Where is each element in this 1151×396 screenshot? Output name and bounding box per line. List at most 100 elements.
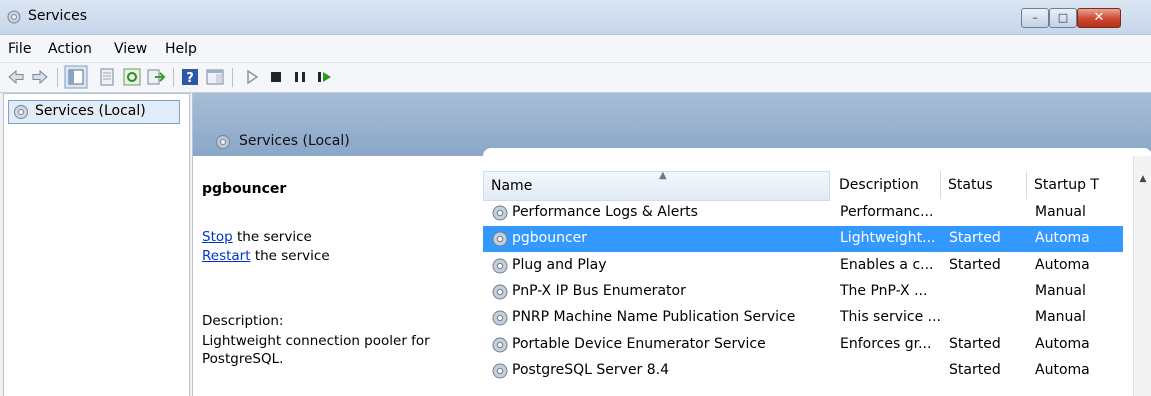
tree-item-label: Services (Local) <box>35 103 146 119</box>
column-header-name[interactable]: ▲ Name <box>483 170 830 201</box>
menu-bar: File Action View Help <box>0 35 1151 63</box>
row-cell-name: PostgreSQL Server 8.4 <box>512 361 670 378</box>
toolbar-separator <box>232 68 233 87</box>
pause-service-icon[interactable] <box>290 67 310 87</box>
service-gear-icon <box>492 205 508 221</box>
stop-service-line: Stop the service <box>202 229 312 245</box>
services-gear-icon <box>216 135 230 149</box>
minimize-icon: – <box>1032 11 1038 24</box>
services-window: Services – □ ✕ File Action View Help ? S… <box>0 0 1151 396</box>
row-cell-status: Started <box>949 256 1001 273</box>
row-cell-name: Portable Device Enumerator Service <box>512 335 766 352</box>
column-header-name-label: Name <box>491 178 533 194</box>
scroll-up-icon[interactable]: ▲ <box>1134 171 1151 187</box>
row-cell-name: PNRP Machine Name Publication Service <box>512 309 796 326</box>
row-cell-name: Performance Logs & Alerts <box>512 204 698 220</box>
restart-service-link[interactable]: Restart <box>202 248 251 264</box>
help-icon[interactable]: ? <box>180 67 200 87</box>
table-row[interactable]: PnP-X IP Bus Enumerator The PnP-X ... Manu… <box>483 279 1123 305</box>
close-icon: ✕ <box>1093 10 1105 25</box>
column-header-description-label: Description <box>839 177 919 193</box>
tree-item-services-local[interactable]: Services (Local) <box>8 100 180 124</box>
menu-action[interactable]: Action <box>48 41 92 57</box>
service-description: Lightweight connection pooler for Postgr… <box>202 333 430 367</box>
service-gear-icon <box>492 310 508 326</box>
properties-icon[interactable] <box>97 67 117 87</box>
row-cell-startup: Automa <box>1035 361 1090 378</box>
forward-arrow-icon[interactable] <box>30 67 50 87</box>
table-row[interactable]: PNRP Machine Name Publication Service Thi… <box>483 305 1123 331</box>
results-header: Services (Local) <box>193 93 1151 156</box>
table-row[interactable]: Portable Device Enumerator Service Enforc… <box>483 332 1123 358</box>
services-gear-icon <box>14 105 28 119</box>
title-bar[interactable]: Services – □ ✕ <box>0 0 1151 35</box>
row-cell-status: Started <box>949 361 1001 378</box>
vertical-scrollbar[interactable]: ▲ <box>1133 156 1151 396</box>
toolbar: ? <box>0 63 1151 93</box>
table-row[interactable]: PostgreSQL Server 8.4 Started Automa <box>483 358 1123 384</box>
restart-service-suffix: the service <box>250 248 330 264</box>
row-cell-name: PnP-X IP Bus Enumerator <box>512 282 686 299</box>
description-label: Description: <box>202 313 284 329</box>
row-cell-description: Lightweight... <box>840 230 936 247</box>
row-cell-startup: Manual <box>1035 309 1086 326</box>
results-pane: Services (Local) pgbouncer Stop the serv… <box>192 93 1151 396</box>
menu-file[interactable]: File <box>8 41 31 57</box>
toolbar-separator <box>57 68 58 87</box>
stop-service-icon[interactable] <box>266 67 286 87</box>
service-gear-icon <box>492 363 508 379</box>
selected-service-name: pgbouncer <box>202 181 287 197</box>
menu-help[interactable]: Help <box>165 41 197 57</box>
row-cell-description: Enforces gr... <box>840 335 932 352</box>
row-cell-startup: Automa <box>1035 335 1090 352</box>
row-cell-startup: Manual <box>1035 282 1086 299</box>
close-button[interactable]: ✕ <box>1077 8 1121 28</box>
services-list: ▲ Name Description Status Startup T Perf… <box>483 156 1151 396</box>
show-hide-console-tree-icon[interactable] <box>64 65 88 89</box>
column-header-startup-label: Startup T <box>1034 177 1099 193</box>
service-gear-icon <box>492 337 508 352</box>
console-tree: Services (Local) <box>3 93 190 396</box>
column-header-status[interactable]: Status <box>941 171 1027 199</box>
svg-text:?: ? <box>186 71 194 86</box>
restart-service-icon[interactable] <box>314 67 334 87</box>
table-row[interactable]: Plug and Play Enables a c... Started Automa <box>483 253 1123 279</box>
action-pane-icon[interactable] <box>205 67 225 87</box>
row-cell-description: Enables a c... <box>840 256 934 273</box>
restart-service-line: Restart the service <box>202 248 330 264</box>
menu-view[interactable]: View <box>114 41 147 57</box>
maximize-button[interactable]: □ <box>1049 8 1077 28</box>
row-cell-startup: Automa <box>1035 256 1090 273</box>
row-cell-status: Started <box>949 335 1001 352</box>
column-header-description[interactable]: Description <box>832 171 941 199</box>
export-list-icon[interactable] <box>146 67 166 87</box>
services-gear-icon <box>7 10 21 24</box>
sort-ascending-icon: ▲ <box>659 170 667 181</box>
row-cell-startup: Manual <box>1035 204 1086 220</box>
stop-service-link[interactable]: Stop <box>202 229 233 245</box>
results-header-title: Services (Local) <box>239 133 350 149</box>
maximize-icon: □ <box>1057 11 1069 24</box>
refresh-icon[interactable] <box>122 67 142 87</box>
minimize-button[interactable]: – <box>1021 8 1049 28</box>
row-cell-description: This service ... <box>840 309 942 326</box>
column-header-startup-type[interactable]: Startup T <box>1027 171 1123 199</box>
row-cell-startup: Automa <box>1035 230 1090 247</box>
row-cell-description: The PnP-X ... <box>840 282 928 299</box>
row-cell-description: Performanc... <box>840 204 934 220</box>
table-row[interactable]: pgbouncer Lightweight... Started Automa <box>483 226 1123 253</box>
toolbar-separator <box>173 68 174 87</box>
service-gear-icon <box>492 284 508 300</box>
row-cell-name: Plug and Play <box>512 256 607 273</box>
service-gear-icon <box>492 258 508 274</box>
window-title: Services <box>28 8 88 24</box>
table-row[interactable]: Performance Logs & Alerts Performanc... Ma… <box>483 200 1123 226</box>
service-gear-icon <box>492 231 508 247</box>
service-detail-panel: pgbouncer Stop the service Restart the s… <box>193 156 483 396</box>
column-header-status-label: Status <box>948 177 993 193</box>
stop-service-suffix: the service <box>232 229 312 245</box>
row-cell-name: pgbouncer <box>512 230 588 247</box>
start-service-icon[interactable] <box>242 67 262 87</box>
back-arrow-icon[interactable] <box>6 67 26 87</box>
row-cell-status: Started <box>949 230 1001 247</box>
